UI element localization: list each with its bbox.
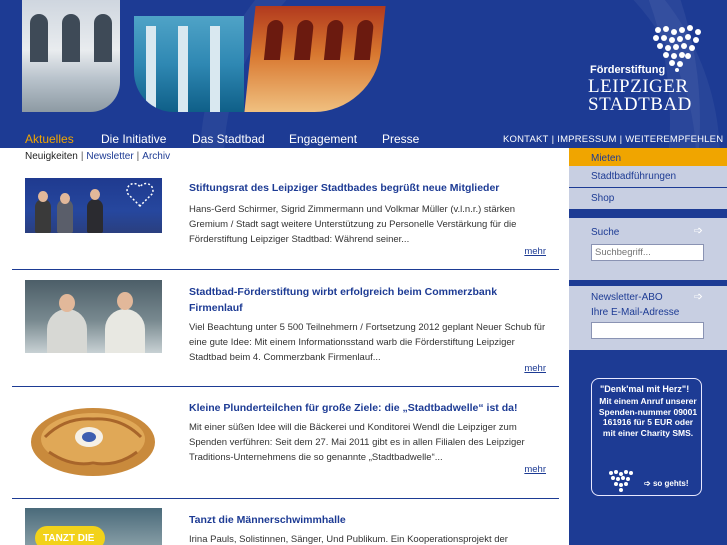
meta-link-weiterempfehlen[interactable]: WEITEREMPFEHLEN xyxy=(625,134,723,145)
news-teaser: Mit einer süßen Idee will die Bäckerei u… xyxy=(189,422,525,463)
promo-text: Mit einem Anruf unserer Spenden-nummer 0… xyxy=(598,396,698,438)
nav-item-initiative[interactable]: Die Initiative xyxy=(101,132,166,146)
meta-link-kontakt[interactable]: KONTAKT xyxy=(503,134,549,145)
email-label: Ihre E-Mail-Adresse xyxy=(591,307,680,318)
email-field[interactable] xyxy=(591,322,704,339)
sidebar-item-label: Shop xyxy=(591,193,615,204)
more-link[interactable]: mehr xyxy=(524,363,546,374)
promo-title: "Denk'mal mit Herz"! xyxy=(600,384,690,394)
more-link[interactable]: mehr xyxy=(524,246,546,257)
news-title[interactable]: Tanzt die Männerschwimmhalle xyxy=(189,512,549,528)
sidebar-item-label: Mieten xyxy=(591,153,622,164)
logo-line-3: STADTBAD xyxy=(588,94,692,115)
news-thumbnail[interactable] xyxy=(25,178,162,233)
news-thumbnail[interactable] xyxy=(25,397,162,482)
newsletter-box: Newsletter-ABO ➩ Ihre E-Mail-Adresse xyxy=(569,286,727,350)
news-item: Kleine Plunderteilchen für große Ziele: … xyxy=(12,387,559,499)
promo-cta: ➩ so gehts! xyxy=(644,479,689,488)
nav-item-stadtbad[interactable]: Das Stadtbad xyxy=(192,132,265,146)
header-banner: Förderstiftung LEIPZIGER STADTBAD Aktuel… xyxy=(0,0,727,148)
newsletter-arrow-icon[interactable]: ➩ xyxy=(694,290,703,303)
pastry-image xyxy=(31,408,155,476)
nav-item-aktuelles[interactable]: Aktuelles xyxy=(25,132,74,146)
subnav-item-neuigkeiten[interactable]: Neuigkeiten xyxy=(25,151,78,162)
news-item: TANZT DIE Tanzt die Männerschwimmhalle I… xyxy=(12,499,559,545)
news-list: Stiftungsrat des Leipziger Stadtbades be… xyxy=(12,167,559,545)
nav-item-presse[interactable]: Presse xyxy=(382,132,419,146)
news-title[interactable]: Kleine Plunderteilchen für große Ziele: … xyxy=(189,400,549,416)
site-logo[interactable]: Förderstiftung LEIPZIGER STADTBAD xyxy=(586,24,716,115)
news-title[interactable]: Stiftungsrat des Leipziger Stadtbades be… xyxy=(189,180,549,196)
sidebar-item-label: Stadtbadführungen xyxy=(591,171,677,182)
sidebar-item-shop[interactable]: Shop xyxy=(569,188,727,210)
heart-icon xyxy=(609,470,633,492)
newsletter-label: Newsletter-ABO xyxy=(591,292,663,303)
sidebar-item-fuehrungen[interactable]: Stadtbadführungen xyxy=(569,166,727,188)
thumb-caption: TANZT DIE xyxy=(43,533,95,544)
news-teaser: Irina Pauls, Solistinnen, Sänger, Und Pu… xyxy=(189,534,508,545)
header-photo-hall xyxy=(22,0,120,112)
meta-link-impressum[interactable]: IMPRESSUM xyxy=(557,134,616,145)
news-teaser: Hans-Gerd Schirmer, Sigrid Zimmermann un… xyxy=(189,204,517,245)
news-item: Stiftungsrat des Leipziger Stadtbades be… xyxy=(12,167,559,270)
news-thumbnail[interactable]: TANZT DIE xyxy=(25,508,162,545)
search-arrow-icon[interactable]: ➩ xyxy=(694,224,703,237)
sub-navigation: Neuigkeiten | Newsletter | Archiv xyxy=(25,151,171,162)
logo-line-1: Förderstiftung xyxy=(590,64,666,76)
meta-navigation: KONTAKT | IMPRESSUM | WEITEREMPFEHLEN xyxy=(503,134,724,145)
news-thumbnail[interactable] xyxy=(25,280,162,353)
more-link[interactable]: mehr xyxy=(524,464,546,475)
donation-banner[interactable]: "Denk'mal mit Herz"! Mit einem Anruf uns… xyxy=(591,378,702,496)
heart-logo-icon xyxy=(126,182,154,208)
main-navigation: Aktuelles Die Initiative Das Stadtbad En… xyxy=(0,130,727,148)
subnav-item-archiv[interactable]: Archiv xyxy=(142,151,170,162)
search-input[interactable] xyxy=(591,244,704,261)
nav-item-engagement[interactable]: Engagement xyxy=(289,132,357,146)
search-label: Suche xyxy=(591,227,620,238)
news-title[interactable]: Stadtbad-Förderstiftung wirbt erfolgreic… xyxy=(189,284,519,316)
news-item: Stadtbad-Förderstiftung wirbt erfolgreic… xyxy=(12,270,559,387)
header-photo-pool xyxy=(134,16,244,112)
search-box: Suche ➩ xyxy=(569,218,727,280)
sidebar: Mieten Stadtbadführungen Shop Suche ➩ Ne… xyxy=(569,148,727,545)
subnav-item-newsletter[interactable]: Newsletter xyxy=(86,151,133,162)
news-teaser: Viel Beachtung unter 5 500 Teilnehmern /… xyxy=(189,322,546,363)
